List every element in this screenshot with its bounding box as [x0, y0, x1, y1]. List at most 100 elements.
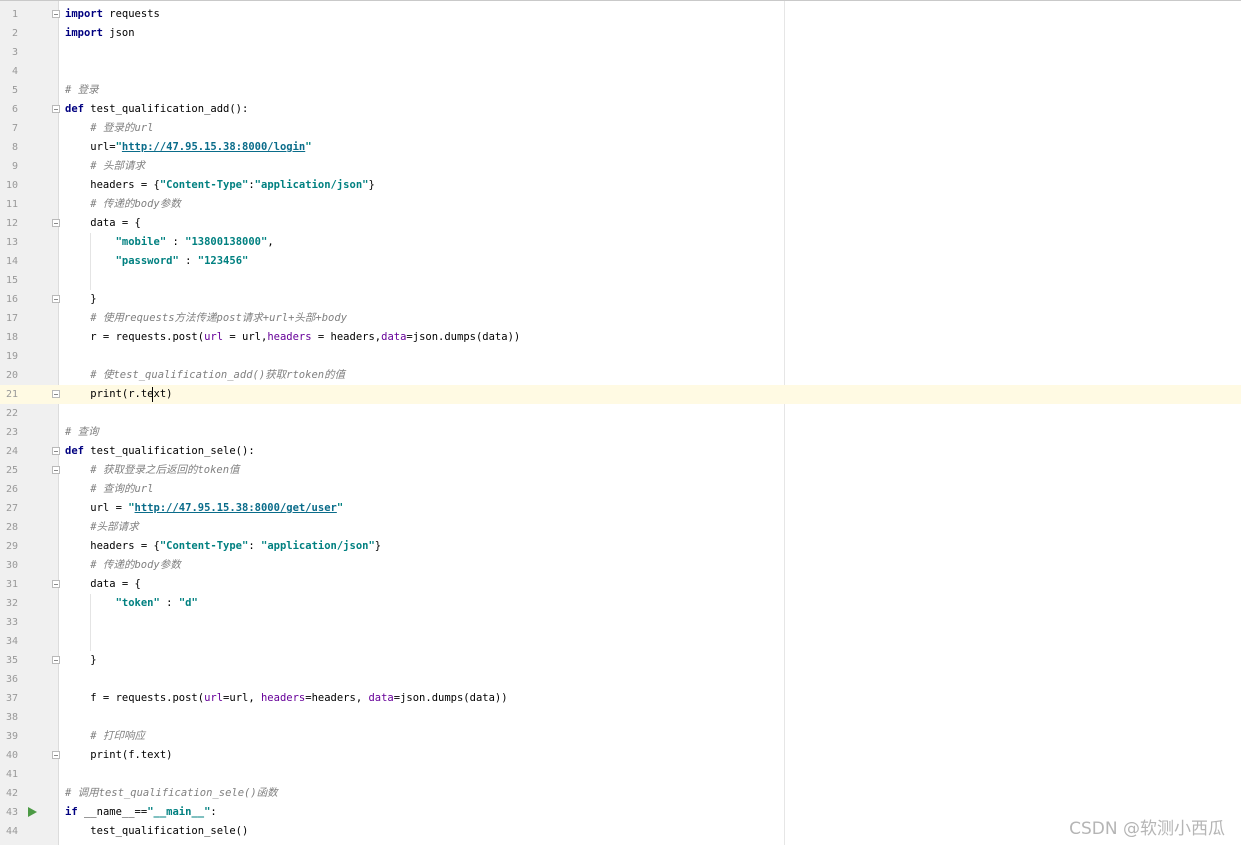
- code-text[interactable]: print(f.text): [65, 746, 172, 765]
- code-text[interactable]: headers = {"Content-Type":"application/j…: [65, 176, 375, 195]
- code-editor[interactable]: 1 import requests 2 import json 3 4 5 # 登录 6 def …: [0, 0, 1241, 845]
- code-line[interactable]: 4: [0, 62, 1241, 81]
- param-token: data: [368, 692, 394, 704]
- code-line[interactable]: 15: [0, 271, 1241, 290]
- code-line[interactable]: 20 # 使test_qualification_add()获取rtoken的值: [0, 366, 1241, 385]
- code-text[interactable]: import json: [65, 24, 135, 43]
- fold-toggle-icon[interactable]: [52, 580, 60, 588]
- code-token: :: [178, 255, 198, 267]
- code-text[interactable]: # 调用test_qualification_sele()函数: [65, 784, 278, 803]
- code-line[interactable]: 13 "mobile" : "13800138000",: [0, 233, 1241, 252]
- code-text[interactable]: }: [65, 651, 96, 670]
- code-line[interactable]: 42 # 调用test_qualification_sele()函数: [0, 784, 1241, 803]
- code-text[interactable]: # 查询的url: [65, 480, 153, 499]
- code-text[interactable]: url="http://47.95.15.38:8000/login": [65, 138, 311, 157]
- code-line[interactable]: 22: [0, 404, 1241, 423]
- code-line[interactable]: 32 "token" : "d": [0, 594, 1241, 613]
- code-text[interactable]: # 传递的body参数: [65, 195, 180, 214]
- code-line[interactable]: 17 # 使用requests方法传递post请求+url+头部+body: [0, 309, 1241, 328]
- code-line[interactable]: 12 data = {: [0, 214, 1241, 233]
- code-line[interactable]: 10 headers = {"Content-Type":"applicatio…: [0, 176, 1241, 195]
- code-text[interactable]: "password" : "123456": [65, 252, 249, 271]
- code-line[interactable]: 29 headers = {"Content-Type": "applicati…: [0, 537, 1241, 556]
- code-token: __name__==: [77, 806, 148, 818]
- fold-toggle-icon[interactable]: [52, 390, 60, 398]
- code-line[interactable]: 18 r = requests.post(url = url,headers =…: [0, 328, 1241, 347]
- code-text[interactable]: # 使test_qualification_add()获取rtoken的值: [65, 366, 345, 385]
- code-text[interactable]: headers = {"Content-Type": "application/…: [65, 537, 381, 556]
- code-line[interactable]: 11 # 传递的body参数: [0, 195, 1241, 214]
- code-token: url =: [65, 502, 129, 514]
- code-text[interactable]: data = {: [65, 214, 141, 233]
- code-line[interactable]: 25 # 获取登录之后返回的token值: [0, 461, 1241, 480]
- code-line[interactable]: 39 # 打印响应: [0, 727, 1241, 746]
- fold-toggle-icon[interactable]: [52, 447, 60, 455]
- code-line[interactable]: 40 print(f.text): [0, 746, 1241, 765]
- code-text[interactable]: # 登录的url: [65, 119, 153, 138]
- code-line[interactable]: 21 print(r.text): [0, 385, 1241, 404]
- code-text[interactable]: # 打印响应: [65, 727, 145, 746]
- indent-guide: [90, 594, 91, 651]
- code-line[interactable]: 34: [0, 632, 1241, 651]
- code-line[interactable]: 14 "password" : "123456": [0, 252, 1241, 271]
- code-line[interactable]: 36: [0, 670, 1241, 689]
- fold-toggle-icon[interactable]: [52, 295, 60, 303]
- url-link[interactable]: http://47.95.15.38:8000/login: [122, 141, 305, 153]
- code-text[interactable]: #头部请求: [65, 518, 138, 537]
- code-line[interactable]: 43 if __name__=="__main__":: [0, 803, 1241, 822]
- code-text[interactable]: import requests: [65, 5, 160, 24]
- fold-toggle-icon[interactable]: [52, 751, 60, 759]
- code-text[interactable]: # 获取登录之后返回的token值: [65, 461, 239, 480]
- code-text[interactable]: # 查询: [65, 423, 99, 442]
- code-text[interactable]: print(r.text): [65, 385, 172, 404]
- code-line[interactable]: 6 def test_qualification_add():: [0, 100, 1241, 119]
- fold-toggle-icon[interactable]: [52, 105, 60, 113]
- code-text[interactable]: data = {: [65, 575, 141, 594]
- code-text[interactable]: "mobile" : "13800138000",: [65, 233, 274, 252]
- code-line[interactable]: 3: [0, 43, 1241, 62]
- code-line[interactable]: 31 data = {: [0, 575, 1241, 594]
- code-text[interactable]: test_qualification_sele(): [65, 822, 248, 841]
- code-text[interactable]: def test_qualification_add():: [65, 100, 248, 119]
- code-line[interactable]: 9 # 头部请求: [0, 157, 1241, 176]
- code-text[interactable]: }: [65, 290, 96, 309]
- code-line[interactable]: 35 }: [0, 651, 1241, 670]
- code-line[interactable]: 23 # 查询: [0, 423, 1241, 442]
- code-line[interactable]: 8 url="http://47.95.15.38:8000/login": [0, 138, 1241, 157]
- code-text[interactable]: if __name__=="__main__":: [65, 803, 217, 822]
- code-text[interactable]: f = requests.post(url=url, headers=heade…: [65, 689, 507, 708]
- code-line[interactable]: 19: [0, 347, 1241, 366]
- code-line[interactable]: 24 def test_qualification_sele():: [0, 442, 1241, 461]
- fold-toggle-icon[interactable]: [52, 219, 60, 227]
- url-link[interactable]: http://47.95.15.38:8000/get/user: [135, 502, 337, 514]
- line-number: 17: [5, 313, 18, 324]
- code-text[interactable]: def test_qualification_sele():: [65, 442, 255, 461]
- code-text[interactable]: url = "http://47.95.15.38:8000/get/user": [65, 499, 343, 518]
- code-line[interactable]: 37 f = requests.post(url=url, headers=he…: [0, 689, 1241, 708]
- code-text[interactable]: # 使用requests方法传递post请求+url+头部+body: [65, 309, 347, 328]
- code-line[interactable]: 27 url = "http://47.95.15.38:8000/get/us…: [0, 499, 1241, 518]
- code-text[interactable]: # 传递的body参数: [65, 556, 180, 575]
- code-text[interactable]: # 登录: [65, 81, 99, 100]
- code-line[interactable]: 38: [0, 708, 1241, 727]
- text-caret: [151, 387, 153, 402]
- code-line[interactable]: 41: [0, 765, 1241, 784]
- code-line[interactable]: 2 import json: [0, 24, 1241, 43]
- code-line[interactable]: 7 # 登录的url: [0, 119, 1241, 138]
- code-line[interactable]: 28 #头部请求: [0, 518, 1241, 537]
- code-text[interactable]: # 头部请求: [65, 157, 145, 176]
- fold-toggle-icon[interactable]: [52, 10, 60, 18]
- fold-toggle-icon[interactable]: [52, 466, 60, 474]
- code-text[interactable]: "token" : "d": [65, 594, 198, 613]
- code-text[interactable]: r = requests.post(url = url,headers = he…: [65, 328, 520, 347]
- fold-toggle-icon[interactable]: [52, 656, 60, 664]
- code-line[interactable]: 33: [0, 613, 1241, 632]
- code-line[interactable]: 5 # 登录: [0, 81, 1241, 100]
- code-line[interactable]: 30 # 传递的body参数: [0, 556, 1241, 575]
- code-line[interactable]: 1 import requests: [0, 5, 1241, 24]
- code-line[interactable]: 16 }: [0, 290, 1241, 309]
- code-line[interactable]: 44 test_qualification_sele(): [0, 822, 1241, 841]
- code-line[interactable]: 26 # 查询的url: [0, 480, 1241, 499]
- run-icon[interactable]: [28, 807, 37, 817]
